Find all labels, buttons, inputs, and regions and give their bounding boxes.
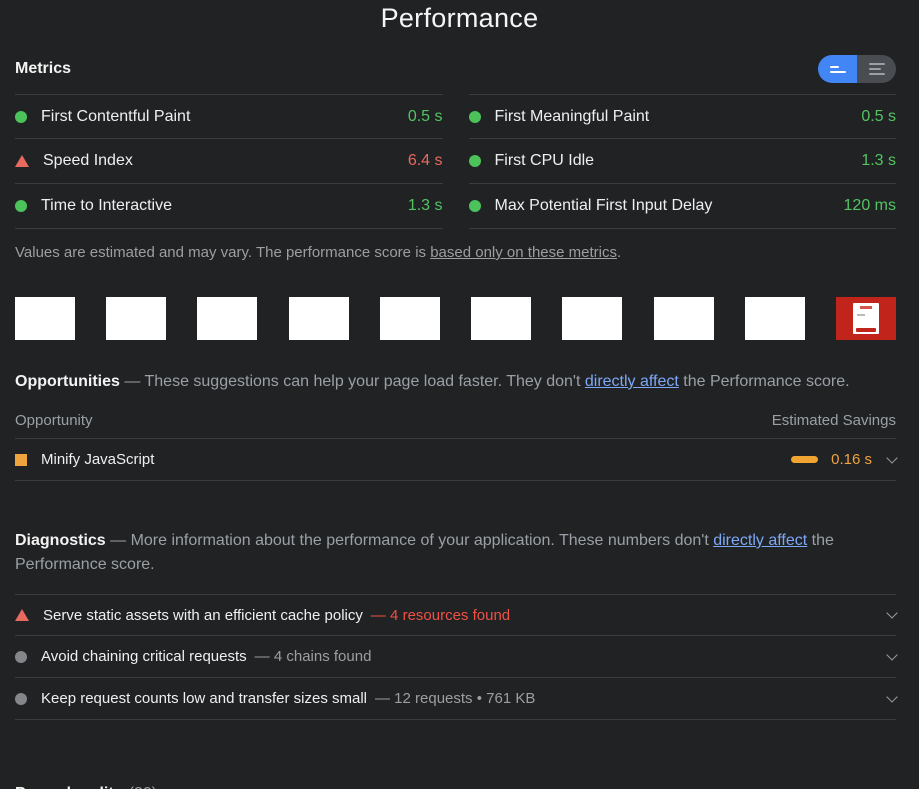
metric-label: First Contentful Paint: [41, 108, 408, 126]
filmstrip-frame: [654, 297, 714, 340]
diagnostic-row-critical-requests[interactable]: Avoid chaining critical requests — 4 cha…: [15, 636, 896, 678]
disclaimer-period: .: [617, 244, 621, 261]
report-content: Metrics First Contentful Paint 0.5 s: [0, 54, 919, 789]
expanded-view-icon: [869, 63, 885, 75]
diagnostic-row-cache-policy[interactable]: Serve static assets with an efficient ca…: [15, 594, 896, 636]
info-icon: [15, 693, 27, 705]
metric-row: Speed Index 6.4 s: [15, 139, 443, 184]
disclaimer-text: Values are estimated and may vary. The p…: [15, 244, 430, 261]
directly-affect-link[interactable]: directly affect: [713, 532, 807, 549]
metric-label: First Meaningful Paint: [495, 108, 862, 126]
metrics-column-left: First Contentful Paint 0.5 s Speed Index…: [15, 94, 443, 229]
metrics-explainer-link[interactable]: based only on these metrics: [430, 244, 617, 261]
row-expander: [872, 613, 896, 617]
diagnostic-label: Keep request counts low and transfer siz…: [41, 690, 367, 707]
passed-audits-label: Passed audits: [15, 785, 123, 789]
pass-icon: [469, 155, 481, 167]
metric-label: Speed Index: [43, 152, 408, 170]
expanded-view-toggle-button[interactable]: [857, 55, 896, 83]
chevron-down-icon: [886, 691, 897, 702]
diagnostics-header: Diagnostics — More information about the…: [15, 529, 896, 577]
opportunity-savings: 0.16 s: [791, 451, 896, 468]
thumbnail-logo: [860, 306, 872, 309]
opportunities-column-headers: Opportunity Estimated Savings: [15, 412, 896, 439]
opportunity-column-header: Opportunity: [15, 412, 93, 429]
filmstrip-frame: [745, 297, 805, 340]
opportunities-desc-suffix: the Performance score.: [679, 373, 850, 390]
diagnostics-section: Diagnostics — More information about the…: [15, 529, 896, 720]
metric-value: 1.3 s: [408, 197, 443, 215]
metrics-column-right: First Meaningful Paint 0.5 s First CPU I…: [469, 94, 897, 229]
pass-icon: [469, 111, 481, 123]
thumbnail-button: [856, 328, 876, 332]
metric-row: First Meaningful Paint 0.5 s: [469, 94, 897, 139]
diagnostics-desc-prefix: — More information about the performance…: [106, 532, 714, 549]
metric-value: 1.3 s: [861, 152, 896, 170]
metrics-section: Metrics First Contentful Paint 0.5 s: [15, 54, 896, 261]
diagnostic-annotation: — 4 chains found: [255, 648, 372, 665]
metric-value: 120 ms: [844, 197, 896, 215]
row-expander: [872, 697, 896, 701]
warn-icon: [15, 454, 27, 466]
savings-value: 0.16 s: [831, 451, 872, 468]
metric-row: Max Potential First Input Delay 120 ms: [469, 184, 897, 229]
login-card-thumbnail: [853, 303, 879, 334]
diagnostic-label: Serve static assets with an efficient ca…: [43, 607, 363, 624]
filmstrip-frame: [380, 297, 440, 340]
filmstrip-frame: [197, 297, 257, 340]
opportunities-section: Opportunities — These suggestions can he…: [15, 370, 896, 481]
metric-value: 0.5 s: [408, 108, 443, 126]
passed-audits-toggle[interactable]: Passed audits (20): [15, 782, 896, 789]
savings-bar: [791, 456, 818, 463]
metrics-grid: First Contentful Paint 0.5 s Speed Index…: [15, 94, 896, 229]
chevron-down-icon: [886, 649, 897, 660]
metric-value: 0.5 s: [861, 108, 896, 126]
filmstrip-frame: [106, 297, 166, 340]
thumbnail-field: [857, 314, 865, 316]
metric-value: 6.4 s: [408, 152, 443, 170]
metric-label: First CPU Idle: [495, 152, 862, 170]
page-title: Performance: [0, 3, 919, 34]
opportunity-label: Minify JavaScript: [41, 451, 154, 468]
metrics-section-header: Metrics: [15, 54, 896, 84]
metric-row: First Contentful Paint 0.5 s: [15, 94, 443, 139]
metrics-disclaimer: Values are estimated and may vary. The p…: [15, 244, 896, 261]
diagnostic-annotation: — 12 requests • 761 KB: [375, 690, 535, 707]
row-expander: [872, 655, 896, 659]
filmstrip-frame: [471, 297, 531, 340]
opportunities-section-title: Opportunities: [15, 373, 120, 390]
pass-icon: [15, 200, 27, 212]
fail-icon: [15, 155, 29, 167]
condensed-view-icon: [830, 66, 846, 73]
filmstrip: [15, 297, 896, 340]
filmstrip-frame: [289, 297, 349, 340]
opportunity-row-minify-javascript[interactable]: Minify JavaScript 0.16 s: [15, 439, 896, 481]
info-icon: [15, 651, 27, 663]
diagnostic-row-request-counts[interactable]: Keep request counts low and transfer siz…: [15, 678, 896, 720]
diagnostic-label: Avoid chaining critical requests: [41, 648, 247, 665]
opportunities-header: Opportunities — These suggestions can he…: [15, 370, 896, 394]
metric-label: Time to Interactive: [41, 197, 408, 215]
chevron-down-icon: [886, 607, 897, 618]
metric-row: Time to Interactive 1.3 s: [15, 184, 443, 229]
directly-affect-link[interactable]: directly affect: [585, 373, 679, 390]
chevron-down-icon: [886, 452, 897, 463]
condensed-view-toggle-button[interactable]: [818, 55, 857, 83]
filmstrip-frame: [562, 297, 622, 340]
metric-label: Max Potential First Input Delay: [495, 197, 844, 215]
metrics-section-title: Metrics: [15, 60, 71, 78]
filmstrip-frame-final: [836, 297, 896, 340]
filmstrip-frame: [15, 297, 75, 340]
metric-row: First CPU Idle 1.3 s: [469, 139, 897, 184]
opportunities-desc-prefix: — These suggestions can help your page l…: [120, 373, 585, 390]
diagnostics-section-title: Diagnostics: [15, 532, 106, 549]
estimated-savings-column-header: Estimated Savings: [772, 412, 896, 429]
pass-icon: [15, 111, 27, 123]
diagnostic-annotation: — 4 resources found: [371, 607, 510, 624]
pass-icon: [469, 200, 481, 212]
passed-audits-count: (20): [129, 785, 157, 789]
metrics-view-toggle: [818, 55, 896, 83]
diagnostics-rows: Serve static assets with an efficient ca…: [15, 594, 896, 720]
fail-icon: [15, 609, 29, 621]
